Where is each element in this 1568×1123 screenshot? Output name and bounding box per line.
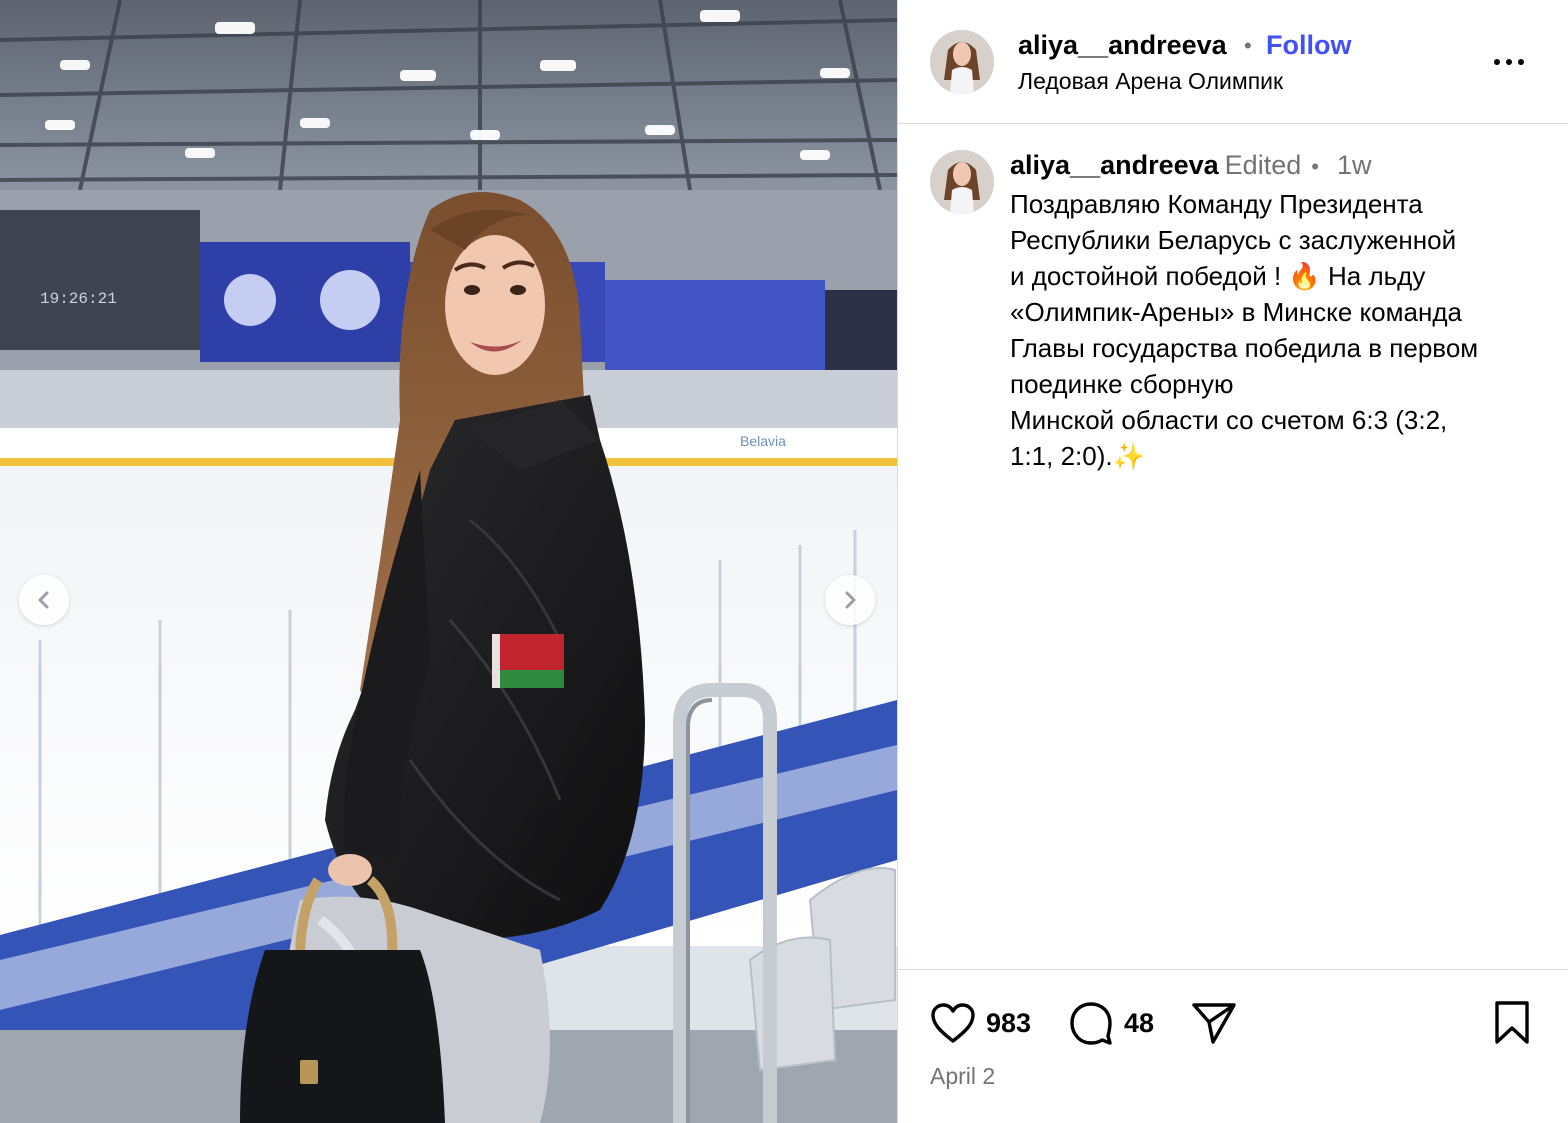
caption-block: aliya__andreeva Edited • 1w Поздравляю Кома…	[898, 124, 1568, 969]
comment-icon	[1070, 1002, 1112, 1045]
avatar-image	[930, 30, 994, 94]
comment-count: 48	[1124, 1007, 1155, 1038]
flag-patch	[492, 634, 564, 688]
header-separator: •	[1244, 33, 1252, 58]
caption-header: aliya__andreeva Edited • 1w	[1010, 150, 1371, 181]
caption-line: 1:1, 2:0).✨	[1010, 441, 1145, 471]
bookmark-icon	[1495, 1001, 1529, 1044]
caption-line: Республики Беларусь с заслуженной	[1010, 225, 1457, 255]
follow-button[interactable]: Follow	[1266, 30, 1351, 61]
edited-label: Edited	[1224, 150, 1302, 180]
post-photo[interactable]: 19:26:21 Belavia	[0, 0, 897, 1123]
share-icon	[1192, 1003, 1236, 1044]
scoreboard-clock: 19:26:21	[40, 290, 117, 308]
arena-photo: 19:26:21 Belavia	[0, 0, 897, 1123]
arena-banner-text: Belavia	[740, 433, 786, 449]
chevron-left-icon	[38, 591, 49, 609]
like-count: 983	[986, 1007, 1032, 1038]
avatar-image	[930, 150, 994, 214]
share-button[interactable]	[1190, 1000, 1238, 1046]
post-username[interactable]: aliya__andreeva	[1018, 30, 1227, 61]
caption-username[interactable]: aliya__andreeva	[1010, 150, 1219, 180]
post-date[interactable]: April 2	[930, 1063, 995, 1090]
more-options-icon[interactable]	[1494, 55, 1530, 69]
caption-line: Главы государства победила в первом	[1010, 333, 1479, 363]
caption-avatar[interactable]	[930, 150, 994, 214]
caption-line: поединке сборную	[1010, 369, 1234, 399]
like-button[interactable]: 983	[930, 1000, 1031, 1046]
caption-line: «Олимпик-Арены» в Минске команда	[1010, 297, 1462, 327]
caption-line: и достойной победой ! 🔥 На льду	[1010, 261, 1426, 291]
heart-icon	[931, 1003, 975, 1043]
post-header: aliya__andreeva • Follow Ледовая Арена О…	[898, 0, 1568, 124]
caption-separator: •	[1311, 154, 1319, 179]
avatar[interactable]	[930, 30, 994, 94]
caption-time[interactable]: 1w	[1337, 150, 1372, 180]
action-bar: 983 48 April 2	[898, 969, 1568, 1123]
post-location[interactable]: Ледовая Арена Олимпик	[1018, 68, 1283, 95]
caption-line: Поздравляю Команду Президента	[1010, 189, 1423, 219]
post-panel: aliya__andreeva • Follow Ледовая Арена О…	[898, 0, 1568, 1123]
next-photo-button[interactable]	[825, 575, 875, 625]
caption-line: Минской области со счетом 6:3 (3:2,	[1010, 405, 1448, 435]
chevron-right-icon	[845, 591, 856, 609]
save-button[interactable]	[1492, 1000, 1532, 1046]
comment-button[interactable]: 48	[1068, 1000, 1154, 1046]
previous-photo-button[interactable]	[19, 575, 69, 625]
caption-text: Поздравляю Команду Президента Республики…	[1010, 186, 1550, 474]
